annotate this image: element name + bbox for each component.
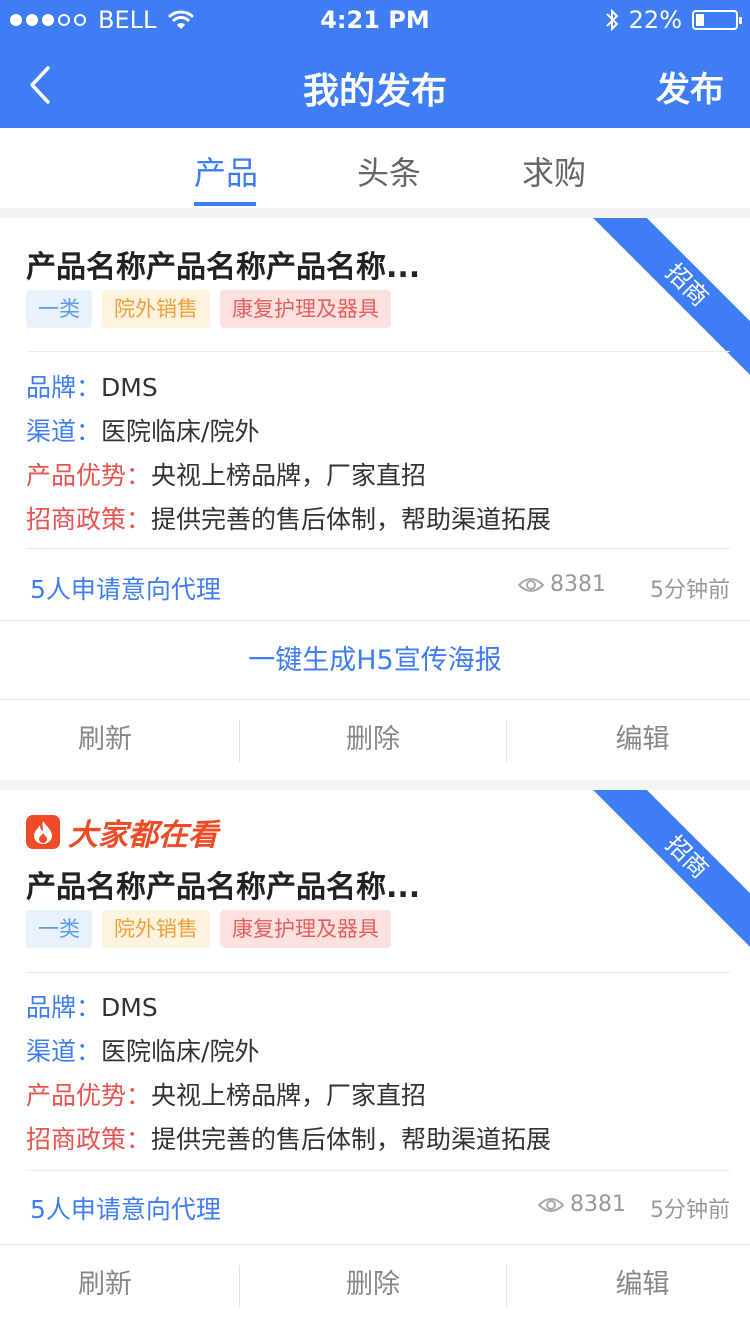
- tab-products[interactable]: 产品: [194, 148, 258, 194]
- tab-bar: 产品 头条 求购: [0, 128, 750, 208]
- flame-icon: [26, 815, 60, 849]
- tag-sales: 院外销售: [102, 290, 210, 328]
- eye-icon: [538, 1197, 564, 1212]
- tag-list: 一类 院外销售 康复护理及器具: [26, 290, 391, 328]
- edit-button[interactable]: 编辑: [535, 700, 750, 780]
- divider: [26, 972, 730, 973]
- card-actions: 刷新 删除 编辑: [0, 700, 750, 780]
- divider: [26, 351, 730, 352]
- brand-row: 品牌：DMS: [26, 993, 158, 1022]
- applicants-link[interactable]: 5人申请意向代理: [30, 1190, 221, 1226]
- investment-ribbon: 招商: [592, 218, 750, 380]
- brand-row: 品牌：DMS: [26, 373, 158, 402]
- page-title: 我的发布: [302, 71, 447, 112]
- product-name[interactable]: 产品名称产品名称产品名称...: [26, 862, 420, 906]
- policy-row: 招商政策：提供完善的售后体制，帮助渠道拓展: [26, 505, 552, 534]
- active-tab-indicator: [194, 202, 256, 206]
- divider: [26, 1170, 730, 1171]
- post-time: 5分钟前: [650, 1198, 730, 1223]
- divider: [506, 720, 507, 762]
- channel-row: 渠道：医院临床/院外: [26, 1037, 260, 1066]
- view-count: 8381: [538, 1192, 626, 1217]
- divider: [239, 720, 240, 762]
- advantage-row: 产品优势：央视上榜品牌，厂家直招: [26, 1081, 427, 1110]
- refresh-button[interactable]: 刷新: [0, 700, 210, 780]
- applicants-link[interactable]: 5人申请意向代理: [30, 570, 221, 606]
- tag-sales: 院外销售: [102, 910, 210, 948]
- battery-percent: 22%: [628, 6, 682, 34]
- investment-ribbon: 招商: [592, 790, 750, 952]
- channel-row: 渠道：医院临床/院外: [26, 417, 260, 446]
- tab-purchase[interactable]: 求购: [522, 148, 586, 194]
- tag-category: 康复护理及器具: [220, 910, 391, 948]
- tag-class: 一类: [26, 290, 92, 328]
- publish-button[interactable]: 发布: [656, 62, 724, 111]
- post-time: 5分钟前: [650, 578, 730, 603]
- battery-icon: [692, 10, 742, 30]
- divider: [239, 1265, 240, 1307]
- view-count: 8381: [518, 572, 606, 597]
- product-name[interactable]: 产品名称产品名称产品名称...: [26, 242, 420, 286]
- tab-headlines[interactable]: 头条: [357, 148, 421, 194]
- generate-poster-button[interactable]: 一键生成H5宣传海报: [0, 620, 750, 700]
- status-bar: BELL 4:21 PM 22%: [0, 0, 750, 40]
- refresh-button[interactable]: 刷新: [0, 1245, 210, 1325]
- divider: [506, 1265, 507, 1307]
- product-card[interactable]: 招商 大家都在看 产品名称产品名称产品名称... 一类 院外销售 康复护理及器具…: [0, 790, 750, 1334]
- tag-class: 一类: [26, 910, 92, 948]
- delete-button[interactable]: 删除: [268, 1245, 478, 1325]
- delete-button[interactable]: 删除: [268, 700, 478, 780]
- nav-header: BELL 4:21 PM 22% 我的发布 发布: [0, 0, 750, 128]
- divider: [26, 548, 730, 549]
- trending-badge: 大家都在看: [26, 810, 218, 854]
- tag-category: 康复护理及器具: [220, 290, 391, 328]
- edit-button[interactable]: 编辑: [535, 1245, 750, 1325]
- card-actions: 刷新 删除 编辑: [0, 1244, 750, 1325]
- product-card[interactable]: 招商 产品名称产品名称产品名称... 一类 院外销售 康复护理及器具 品牌：DM…: [0, 218, 750, 780]
- advantage-row: 产品优势：央视上榜品牌，厂家直招: [26, 461, 427, 490]
- policy-row: 招商政策：提供完善的售后体制，帮助渠道拓展: [26, 1125, 552, 1154]
- tag-list: 一类 院外销售 康复护理及器具: [26, 910, 391, 948]
- bluetooth-icon: [605, 8, 619, 32]
- eye-icon: [518, 577, 544, 592]
